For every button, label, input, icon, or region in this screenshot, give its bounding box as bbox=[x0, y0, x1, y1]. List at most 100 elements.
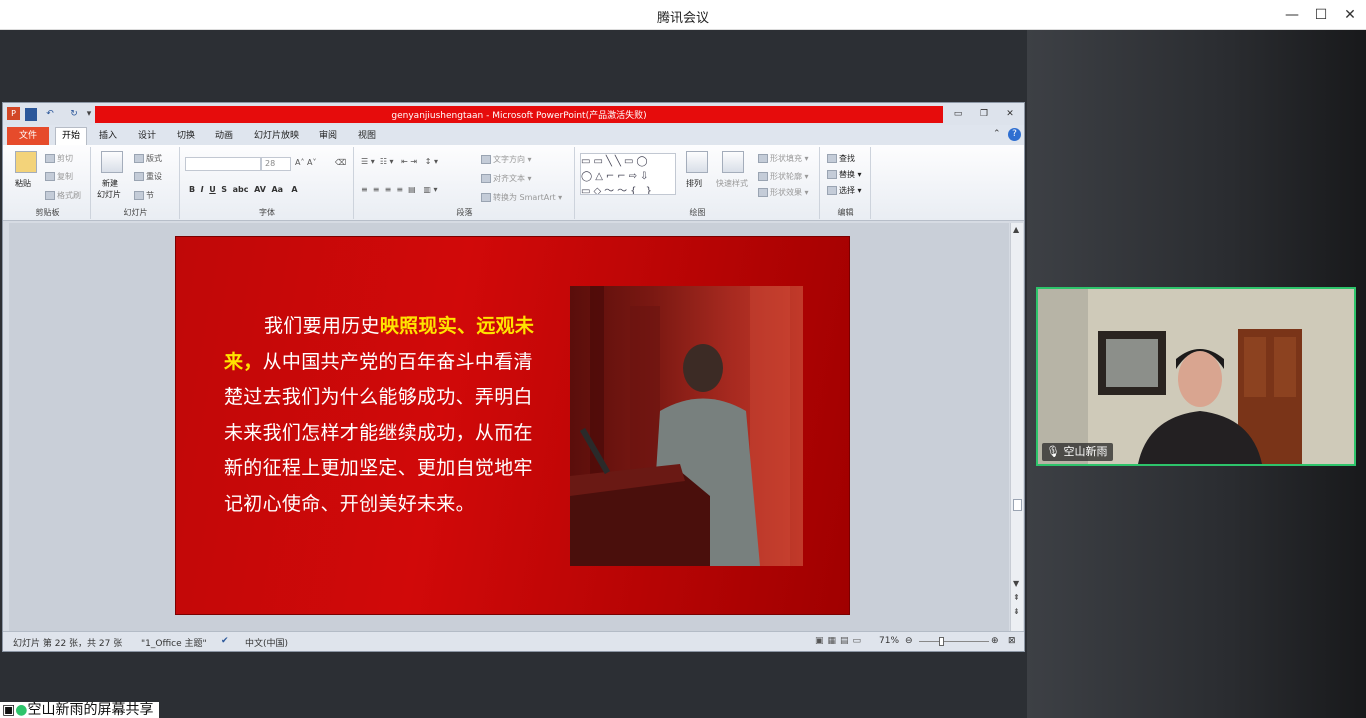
tab-transitions[interactable]: 切换 bbox=[177, 128, 195, 141]
group-editing: 查找 替换 ▾ 选择 ▾ 编辑 bbox=[821, 147, 871, 219]
quick-styles-icon[interactable] bbox=[722, 151, 744, 173]
maximize-button[interactable]: ☐ bbox=[1307, 4, 1335, 26]
scissors-icon bbox=[45, 154, 55, 163]
group-label: 段落 bbox=[456, 208, 473, 217]
reset-button[interactable]: 重设 bbox=[134, 171, 162, 182]
format-painter-button[interactable]: 格式刷 bbox=[45, 190, 81, 201]
previous-slide-icon[interactable]: ⇞ bbox=[1013, 593, 1020, 602]
section-icon bbox=[134, 191, 144, 200]
font-grow-shrink-icon[interactable]: A˄ A˅ bbox=[295, 158, 317, 167]
ppt-restore-button[interactable]: ❐ bbox=[975, 107, 993, 121]
participant-name-badge: 🎙 空山新雨 bbox=[1042, 443, 1114, 461]
new-slide-label[interactable]: 幻灯片 bbox=[97, 189, 121, 200]
scroll-up-icon[interactable]: ▲ bbox=[1013, 225, 1019, 234]
text-direction-button[interactable]: 文字方向 ▾ bbox=[481, 154, 532, 165]
select-icon bbox=[827, 186, 837, 195]
ribbon-home: 粘贴 剪切 复制 格式刷 剪贴板 新建 幻灯片 版式 重设 节 幻灯片 28 A… bbox=[3, 145, 1024, 221]
ppt-close-button[interactable]: ✕ bbox=[1001, 107, 1019, 121]
customize-toolbar-icon[interactable]: ▾ bbox=[85, 108, 93, 121]
zoom-slider[interactable] bbox=[919, 641, 989, 642]
group-label: 剪贴板 bbox=[35, 208, 60, 217]
help-icon[interactable]: ? bbox=[1008, 128, 1021, 141]
slide-counter: 幻灯片 第 22 张，共 27 张 bbox=[13, 639, 123, 649]
group-font: 28 A˄ A˅ ⌫ B I U S abc AV Aa A 字体 bbox=[181, 147, 354, 219]
quick-styles-button[interactable]: 快速样式 bbox=[716, 178, 748, 189]
shape-outline-button[interactable]: 形状轮廓 ▾ bbox=[758, 171, 809, 182]
new-slide-icon[interactable] bbox=[101, 151, 123, 173]
scroll-down-icon[interactable]: ▼ bbox=[1013, 579, 1019, 588]
minimize-button[interactable]: — bbox=[1278, 4, 1306, 26]
group-drawing: ▭▭╲╲▭◯ ◯△⌐⌐⇨⇩ ▭◇〜〜{ } 排列 快速样式 形状填充 ▾ 形状轮… bbox=[576, 147, 820, 219]
find-button[interactable]: 查找 bbox=[827, 153, 855, 164]
list-buttons[interactable]: ☰ ▾ ☷ ▾ ⇤ ⇥ ↕ ▾ bbox=[361, 157, 438, 166]
section-button[interactable]: 节 bbox=[134, 190, 154, 201]
zoom-in-icon[interactable]: ⊕ bbox=[991, 636, 999, 646]
vertical-scrollbar[interactable]: ▲ ▼ ⇞ ⇟ bbox=[1010, 223, 1023, 631]
font-family-select[interactable] bbox=[185, 157, 261, 171]
ppt-titlebar: P ↶ ↻ ▾ genyanjiushengtaan - Microsoft P… bbox=[3, 103, 1024, 125]
view-buttons[interactable]: ▣▦▤▭ bbox=[815, 636, 865, 646]
close-button[interactable]: ✕ bbox=[1336, 4, 1364, 26]
participant-name: 空山新雨 bbox=[1063, 445, 1108, 458]
group-paragraph: ☰ ▾ ☷ ▾ ⇤ ⇥ ↕ ▾ ≡ ≡ ≡ ≡ ▤ ▥ ▾ 文字方向 ▾ 对齐文… bbox=[355, 147, 575, 219]
tab-home[interactable]: 开始 bbox=[55, 127, 87, 146]
font-style-buttons[interactable]: B I U S abc AV Aa A bbox=[189, 185, 298, 194]
ppt-minimize-button[interactable]: ▭ bbox=[949, 107, 967, 121]
zoom-slider-thumb[interactable] bbox=[939, 637, 944, 646]
screen-share-banner[interactable]: ▣●空山新雨的屏幕共享 bbox=[0, 702, 160, 718]
slide-body-text[interactable]: 我们要用历史映照现实、远观未来，从中国共产党的百年奋斗中看清楚过去我们为什么能够… bbox=[224, 309, 544, 522]
align-text-button[interactable]: 对齐文本 ▾ bbox=[481, 173, 532, 184]
collapse-ribbon-icon[interactable]: ⌃ bbox=[993, 129, 1001, 139]
tab-file[interactable]: 文件 bbox=[7, 127, 49, 145]
scroll-thumb[interactable] bbox=[1013, 499, 1022, 511]
redo-icon[interactable]: ↻ bbox=[67, 108, 81, 121]
participant-video-tile[interactable]: 🎙 空山新雨 bbox=[1036, 287, 1356, 466]
tab-slideshow[interactable]: 幻灯片放映 bbox=[254, 128, 299, 141]
tab-insert[interactable]: 插入 bbox=[99, 128, 117, 141]
arrange-icon[interactable] bbox=[686, 151, 708, 173]
current-slide[interactable]: 我们要用历史映照现实、远观未来，从中国共产党的百年奋斗中看清楚过去我们为什么能够… bbox=[175, 236, 850, 615]
align-text-icon bbox=[481, 174, 491, 183]
shape-effects-button[interactable]: 形状效果 ▾ bbox=[758, 187, 809, 198]
spellcheck-icon[interactable]: ✔ bbox=[221, 636, 229, 646]
layout-button[interactable]: 版式 bbox=[134, 153, 162, 164]
group-label: 字体 bbox=[259, 208, 275, 217]
screen-share-label: 空山新雨的屏幕共享 bbox=[27, 702, 154, 718]
paste-button[interactable]: 粘贴 bbox=[15, 178, 31, 189]
group-label: 绘图 bbox=[689, 208, 706, 217]
cut-button[interactable]: 剪切 bbox=[45, 153, 73, 164]
zoom-level[interactable]: 71% bbox=[879, 636, 899, 646]
select-button[interactable]: 选择 ▾ bbox=[827, 185, 862, 196]
paste-icon[interactable] bbox=[15, 151, 37, 173]
brush-icon bbox=[45, 191, 55, 200]
app-titlebar: 腾讯会议 — ☐ ✕ bbox=[0, 0, 1366, 30]
replace-button[interactable]: 替换 ▾ bbox=[827, 169, 862, 180]
clear-format-icon[interactable]: ⌫ bbox=[335, 158, 346, 167]
arrange-button[interactable]: 排列 bbox=[686, 178, 702, 189]
language-indicator[interactable]: 中文(中国) bbox=[245, 636, 288, 649]
tab-design[interactable]: 设计 bbox=[138, 128, 156, 141]
align-buttons[interactable]: ≡ ≡ ≡ ≡ ▤ ▥ ▾ bbox=[361, 185, 437, 194]
layout-icon bbox=[134, 154, 144, 163]
effects-icon bbox=[758, 188, 768, 197]
fill-icon bbox=[758, 154, 768, 163]
fit-to-window-icon[interactable]: ⊠ bbox=[1008, 636, 1016, 646]
tab-animations[interactable]: 动画 bbox=[215, 128, 233, 141]
zoom-out-icon[interactable]: ⊖ bbox=[905, 636, 913, 646]
app-title: 腾讯会议 bbox=[656, 11, 709, 26]
new-slide-button[interactable]: 新建 bbox=[102, 178, 118, 189]
ribbon-tabs: 文件 开始 插入 设计 切换 动画 幻灯片放映 审阅 视图 ⌃ ? bbox=[3, 125, 1024, 146]
shapes-gallery[interactable]: ▭▭╲╲▭◯ ◯△⌐⌐⇨⇩ ▭◇〜〜{ } bbox=[580, 153, 676, 195]
tab-view[interactable]: 视图 bbox=[358, 128, 376, 141]
smartart-button[interactable]: 转换为 SmartArt ▾ bbox=[481, 192, 562, 203]
undo-icon[interactable]: ↶ bbox=[43, 108, 57, 121]
copy-button[interactable]: 复制 bbox=[45, 171, 73, 182]
next-slide-icon[interactable]: ⇟ bbox=[1013, 607, 1020, 616]
ppt-document-title: genyanjiushengtaan - Microsoft PowerPoin… bbox=[391, 111, 647, 121]
save-icon[interactable] bbox=[25, 108, 37, 121]
font-size-select[interactable]: 28 bbox=[261, 157, 291, 171]
tab-review[interactable]: 审阅 bbox=[319, 128, 337, 141]
screen-share-icon: ▣ bbox=[2, 702, 16, 718]
shape-fill-button[interactable]: 形状填充 ▾ bbox=[758, 153, 809, 164]
text-direction-icon bbox=[481, 155, 491, 164]
